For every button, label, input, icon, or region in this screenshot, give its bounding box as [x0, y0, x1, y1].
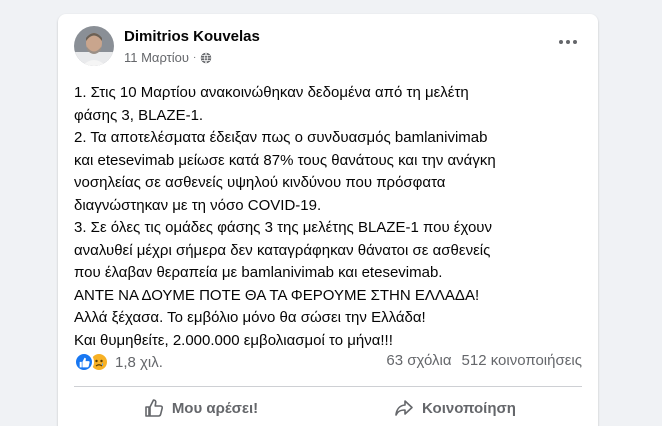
comments-count[interactable]: 63 σχόλια	[386, 352, 451, 369]
avatar-image	[74, 26, 114, 66]
post-meta: 11 Μαρτίου ·	[124, 50, 212, 65]
post-line: 1. Στις 10 Μαρτίου ανακοινώθηκαν δεδομέν…	[74, 84, 469, 101]
post-line: φάσης 3, BLAZE-1.	[74, 106, 204, 124]
post-line: και etesevimab μείωσε κατά 87% τους θανά…	[74, 151, 496, 169]
post-line: αναλυθεί μέχρι σήμερα δεν καταγράφηκαν θ…	[74, 241, 491, 259]
more-dot	[573, 40, 577, 44]
like-button[interactable]: Μου αρέσει!	[74, 390, 328, 426]
reactions-summary[interactable]: 1,8 χιλ.	[74, 352, 163, 372]
shares-count[interactable]: 512 κοινοποιήσεις	[462, 352, 582, 369]
post-line: 2. Τα αποτελέσματα έδειξαν πως ο συνδυασ…	[74, 129, 488, 146]
author-name[interactable]: Dimitrios Kouvelas	[124, 28, 260, 45]
post-line: που έλαβαν θεραπεία με bamlanivimab και …	[74, 264, 443, 281]
engagement-counts: 63 σχόλια 512 κοινοποιήσεις	[386, 352, 582, 369]
post-line: διαγνώστηκαν με τη νόσο COVID-19.	[74, 196, 322, 214]
post-text: 1. Στις 10 Μαρτίου ανακοινώθηκαν δεδομέν…	[74, 82, 594, 352]
more-dot	[559, 40, 563, 44]
share-button[interactable]: Κοινοποίηση	[328, 390, 582, 426]
post-line: Και θυμηθείτε, 2.000.000 εμβολιασμοί το …	[74, 331, 393, 349]
meta-separator: ·	[193, 52, 197, 63]
post-line: Αλλά ξέχασα. Το εμβόλιο μόνο θα σώσει τη…	[74, 309, 426, 326]
like-label: Μου αρέσει!	[171, 399, 259, 417]
globe-icon	[201, 52, 212, 63]
post-line: ΑΝΤΕ ΝΑ ΔΟΥΜΕ ΠΟΤΕ ΘΑ ΤΑ ΦΕΡΟΥΜΕ ΣΤΗΝ ΕΛ…	[74, 286, 480, 304]
divider	[74, 386, 582, 387]
post-card: Dimitrios Kouvelas 11 Μαρτίου · 1. Στις …	[58, 14, 598, 426]
post-line: 3. Σε όλες τις ομάδες φάσης 3 της μελέτη…	[74, 219, 493, 236]
more-dot	[566, 40, 570, 44]
post-line: νοσηλείας σε ασθενείς υψηλού κινδύνου πο…	[74, 174, 446, 191]
more-options-button[interactable]	[554, 32, 582, 52]
post-date[interactable]: 11 Μαρτίου	[124, 50, 189, 65]
share-icon	[395, 400, 413, 416]
post-actions: Μου αρέσει! Κοινοποίηση	[74, 390, 582, 426]
post-header: Dimitrios Kouvelas 11 Μαρτίου ·	[74, 26, 582, 70]
share-label: Κοινοποίηση	[422, 399, 516, 417]
post-stats: 1,8 χιλ. 63 σχόλια 512 κοινοποιήσεις	[74, 350, 582, 374]
like-icon	[74, 352, 94, 372]
reaction-count: 1,8 χιλ.	[115, 353, 163, 371]
avatar[interactable]	[74, 26, 114, 66]
thumbs-up-icon	[145, 399, 163, 417]
